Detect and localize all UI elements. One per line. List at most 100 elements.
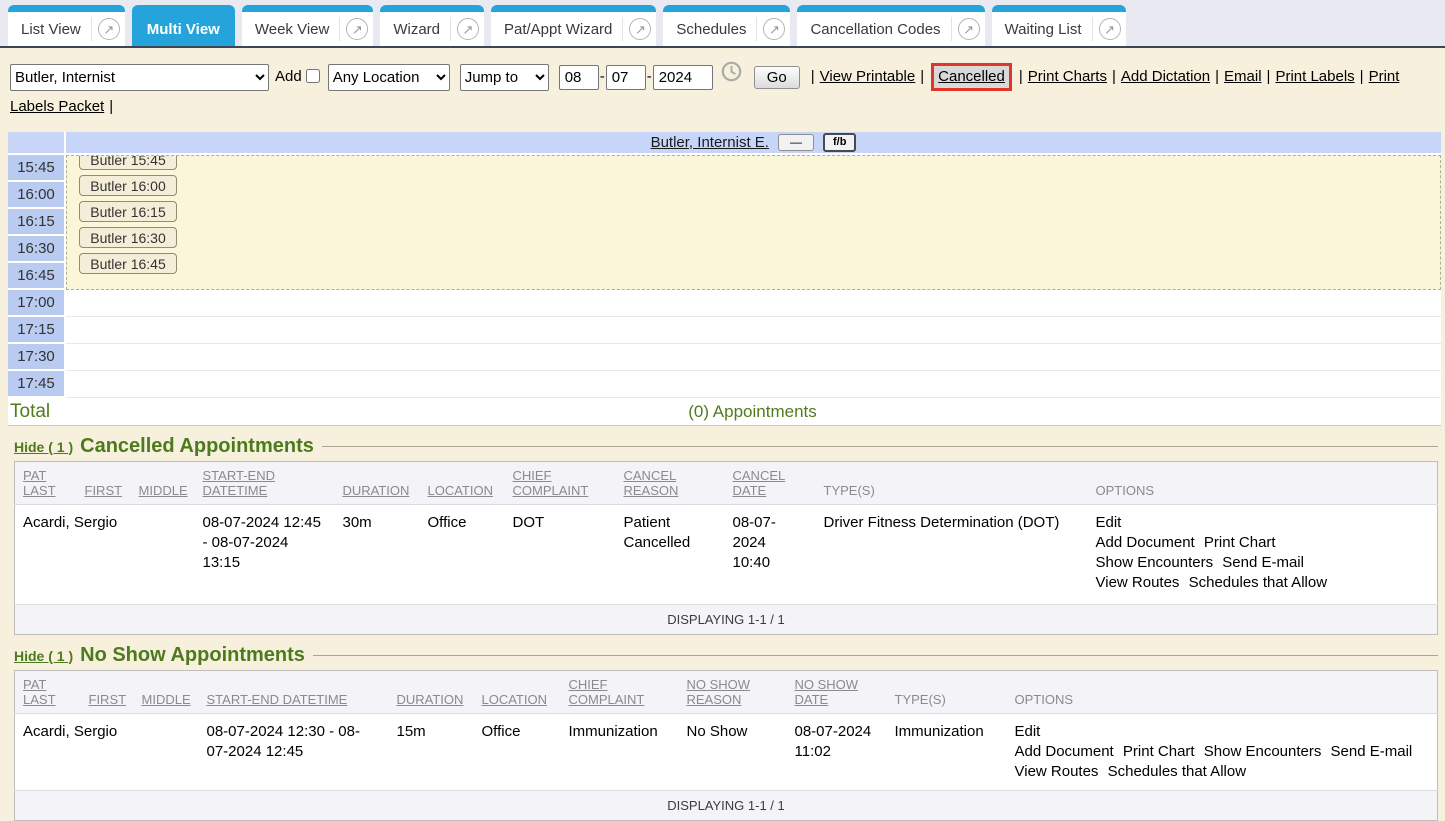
- view-routes-option[interactable]: View Routes: [1096, 573, 1180, 593]
- open-new-window-icon[interactable]: [457, 18, 479, 40]
- slot-button[interactable]: Butler 16:45: [79, 253, 177, 274]
- view-tabbar: List View Multi View Week View Wizard Pa…: [0, 0, 1445, 48]
- hide-no-show-link[interactable]: Hide ( 1 ): [14, 648, 73, 664]
- jump-to-select[interactable]: Jump to: [460, 64, 549, 91]
- no-show-section-header: Hide ( 1 ) No Show Appointments: [14, 644, 1438, 667]
- open-new-window-icon[interactable]: [629, 18, 651, 40]
- schedule-corner-cell: [8, 132, 64, 153]
- link-separator: |: [811, 68, 815, 85]
- show-encounters-option[interactable]: Show Encounters: [1096, 553, 1214, 573]
- sort-chief-complaint[interactable]: CHIEF COMPLAINT: [569, 677, 645, 707]
- view-printable-link[interactable]: View Printable: [820, 68, 916, 85]
- provider-column-link[interactable]: Butler, Internist E.: [651, 134, 769, 151]
- displaying-count: DISPLAYING 1-1 / 1: [15, 791, 1438, 821]
- tab-week-view[interactable]: Week View: [242, 5, 373, 46]
- open-new-window-icon[interactable]: [1099, 18, 1121, 40]
- print-labels-link[interactable]: Print Labels: [1275, 68, 1354, 85]
- collapse-column-button[interactable]: —: [778, 134, 814, 151]
- clock-icon[interactable]: [721, 61, 742, 91]
- tab-schedules[interactable]: Schedules: [663, 5, 790, 46]
- link-separator: |: [920, 68, 924, 85]
- empty-slot-row[interactable]: [66, 344, 1441, 371]
- tab-pat-appt-wizard[interactable]: Pat/Appt Wizard: [491, 5, 656, 46]
- edit-option[interactable]: Edit: [1015, 722, 1430, 742]
- time-label: 16:45: [8, 263, 64, 288]
- tab-cancellation-codes[interactable]: Cancellation Codes: [797, 5, 984, 46]
- sort-no-show-date[interactable]: NO SHOW DATE: [795, 677, 859, 707]
- edit-option[interactable]: Edit: [1096, 513, 1391, 533]
- total-label: Total: [8, 401, 64, 423]
- add-document-option[interactable]: Add Document: [1096, 533, 1195, 553]
- schedules-that-allow-option[interactable]: Schedules that Allow: [1108, 762, 1246, 782]
- sort-location[interactable]: LOCATION: [428, 483, 494, 498]
- tab-label: Wizard: [393, 21, 440, 38]
- print-chart-option[interactable]: Print Chart: [1204, 533, 1276, 553]
- chief-complaint-cell: DOT: [505, 505, 616, 605]
- appointments-count: (0) Appointments: [64, 402, 1441, 422]
- show-encounters-option[interactable]: Show Encounters: [1204, 742, 1322, 762]
- patient-name-cell: Acardi, Sergio: [15, 505, 77, 605]
- location-select[interactable]: Any Location: [328, 64, 450, 91]
- time-label: 16:00: [8, 182, 64, 207]
- empty-slot-row[interactable]: [66, 317, 1441, 344]
- sort-start-end[interactable]: START-END DATETIME: [203, 468, 275, 498]
- open-new-window-icon[interactable]: [346, 18, 368, 40]
- sort-cancel-date[interactable]: CANCEL DATE: [733, 468, 786, 498]
- date-month-field[interactable]: [559, 65, 599, 90]
- sort-first[interactable]: FIRST: [89, 692, 127, 707]
- time-label: 15:45: [8, 155, 64, 180]
- date-day-field[interactable]: [606, 65, 646, 90]
- no-show-table-header-row: PAT LAST FIRST MIDDLE START-END DATETIME…: [15, 671, 1438, 714]
- empty-slot-row[interactable]: [66, 290, 1441, 317]
- middle-name-cell: [134, 714, 199, 791]
- link-separator: |: [1360, 68, 1364, 85]
- column-options: OPTIONS: [1096, 483, 1155, 498]
- schedules-that-allow-option[interactable]: Schedules that Allow: [1189, 573, 1327, 593]
- print-charts-link[interactable]: Print Charts: [1028, 68, 1107, 85]
- sort-cancel-reason[interactable]: CANCEL REASON: [624, 468, 679, 498]
- tab-wizard[interactable]: Wizard: [380, 5, 484, 46]
- sort-duration[interactable]: DURATION: [343, 483, 410, 498]
- send-email-option[interactable]: Send E-mail: [1331, 742, 1413, 762]
- view-routes-option[interactable]: View Routes: [1015, 762, 1099, 782]
- add-dictation-link[interactable]: Add Dictation: [1121, 68, 1210, 85]
- sort-start-end[interactable]: START-END DATETIME: [207, 692, 348, 707]
- sort-middle[interactable]: MIDDLE: [142, 692, 191, 707]
- open-new-window-icon[interactable]: [763, 18, 785, 40]
- empty-slot-row[interactable]: [66, 371, 1441, 398]
- slot-button[interactable]: Butler 16:15: [79, 201, 177, 222]
- tab-multi-view[interactable]: Multi View: [132, 5, 235, 46]
- email-link[interactable]: Email: [1224, 68, 1262, 85]
- tab-waiting-list[interactable]: Waiting List: [992, 5, 1126, 46]
- add-checkbox[interactable]: [306, 69, 320, 83]
- sort-middle[interactable]: MIDDLE: [139, 483, 188, 498]
- slot-button[interactable]: Butler 16:30: [79, 227, 177, 248]
- date-year-field[interactable]: [653, 65, 713, 90]
- time-label: 17:30: [8, 344, 64, 369]
- sort-chief-complaint[interactable]: CHIEF COMPLAINT: [513, 468, 589, 498]
- time-column: 15:45 16:00 16:15 16:30 16:45 17:00 17:1…: [8, 155, 64, 398]
- sort-first[interactable]: FIRST: [85, 483, 123, 498]
- sort-location[interactable]: LOCATION: [482, 692, 548, 707]
- cancelled-link[interactable]: Cancelled: [938, 68, 1005, 85]
- print-chart-option[interactable]: Print Chart: [1123, 742, 1195, 762]
- sort-pat-last[interactable]: PAT LAST: [23, 677, 56, 707]
- provider-select[interactable]: Butler, Internist: [10, 64, 269, 91]
- send-email-option[interactable]: Send E-mail: [1222, 553, 1304, 573]
- fb-toggle-button[interactable]: f/b: [823, 133, 856, 152]
- sort-no-show-reason[interactable]: NO SHOW REASON: [687, 677, 751, 707]
- tab-label: Waiting List: [1005, 21, 1082, 38]
- hide-cancelled-link[interactable]: Hide ( 1 ): [14, 439, 73, 455]
- cancel-date-cell: 08-07-2024 10:40: [725, 505, 816, 605]
- go-button[interactable]: Go: [754, 66, 800, 89]
- slot-button[interactable]: Butler 15:45: [79, 155, 177, 170]
- open-availability-area: Butler 15:45 Butler 16:00 Butler 16:15 B…: [66, 155, 1441, 290]
- sort-pat-last[interactable]: PAT LAST: [23, 468, 56, 498]
- no-show-appointment-row: Acardi, Sergio 08-07-2024 12:30 - 08-07-…: [15, 714, 1438, 791]
- sort-duration[interactable]: DURATION: [397, 692, 464, 707]
- slot-button[interactable]: Butler 16:00: [79, 175, 177, 196]
- tab-list-view[interactable]: List View: [8, 5, 125, 46]
- open-new-window-icon[interactable]: [98, 18, 120, 40]
- add-document-option[interactable]: Add Document: [1015, 742, 1114, 762]
- open-new-window-icon[interactable]: [958, 18, 980, 40]
